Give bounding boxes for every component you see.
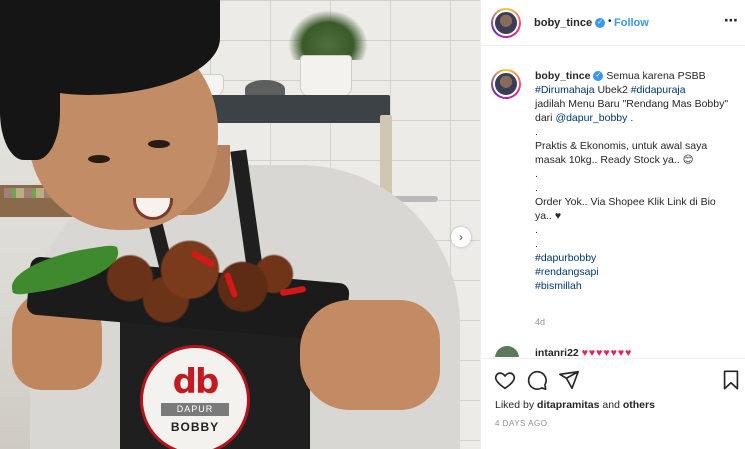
bookmark-icon[interactable]: [720, 369, 742, 391]
post-photo[interactable]: db DAPUR BOBBY ›: [0, 0, 480, 449]
comment-username[interactable]: intanri22: [535, 347, 579, 357]
comment-icon[interactable]: [526, 369, 548, 391]
liker-username[interactable]: ditapramitas: [537, 399, 599, 411]
post-sidebar: boby_tince ✓ • Follow ⋯ boby_tince ✓ Semua…: [480, 0, 745, 449]
hashtag-link[interactable]: #Dirumahaja: [535, 84, 595, 96]
logo-bar-text: DAPUR: [161, 403, 229, 416]
hashtag-link[interactable]: #didapuraja: [631, 84, 686, 96]
verified-badge-icon: ✓: [595, 18, 606, 29]
caption-text: boby_tince ✓ Semua karena PSBB #Dirumahaj…: [535, 70, 729, 292]
logo-name: BOBBY: [170, 420, 220, 434]
heart-icon[interactable]: [494, 369, 516, 391]
hand: [300, 300, 440, 410]
hashtag-link[interactable]: #bismillah: [535, 280, 582, 292]
plant: [288, 10, 368, 60]
header-username[interactable]: boby_tince ✓: [534, 17, 606, 29]
eye: [148, 140, 170, 148]
avatar[interactable]: [491, 8, 521, 38]
post-date[interactable]: 4 DAYS AGO: [495, 419, 547, 428]
plant-pot: [300, 55, 352, 97]
hashtag-link[interactable]: #rendangsapi: [535, 266, 599, 278]
hair: [0, 40, 60, 160]
smile: [133, 198, 173, 220]
caption-time[interactable]: 4d: [535, 317, 545, 327]
eye: [88, 155, 110, 163]
separator-dot: •: [608, 16, 612, 27]
more-options-icon[interactable]: ⋯: [724, 12, 739, 29]
post-header: boby_tince ✓ • Follow ⋯: [481, 0, 745, 46]
avatar[interactable]: [491, 69, 521, 99]
likes-summary: Liked by ditapramitas and others: [495, 399, 655, 411]
post-actions: Liked by ditapramitas and others 4 DAYS …: [481, 358, 745, 449]
comment: intanri22 ♥♥♥♥♥♥♥: [535, 347, 632, 357]
rendang: [70, 240, 310, 325]
comment-text: ♥♥♥♥♥♥♥: [581, 347, 633, 357]
hashtag-link[interactable]: #dapurbobby: [535, 252, 596, 264]
follow-button[interactable]: Follow: [614, 17, 649, 29]
chevron-right-icon[interactable]: ›: [451, 227, 471, 247]
caption-username[interactable]: boby_tince: [535, 70, 590, 82]
mention-link[interactable]: @dapur_bobby: [555, 112, 627, 124]
share-icon[interactable]: [558, 369, 580, 391]
comments-list[interactable]: boby_tince ✓ Semua karena PSBB #Dirumahaj…: [481, 47, 745, 357]
logo-monogram: db: [172, 362, 220, 402]
likes-others-link[interactable]: others: [623, 399, 655, 411]
apron-logo: db DAPUR BOBBY: [140, 345, 250, 449]
verified-badge-icon: ✓: [593, 71, 604, 82]
avatar[interactable]: [495, 346, 519, 357]
